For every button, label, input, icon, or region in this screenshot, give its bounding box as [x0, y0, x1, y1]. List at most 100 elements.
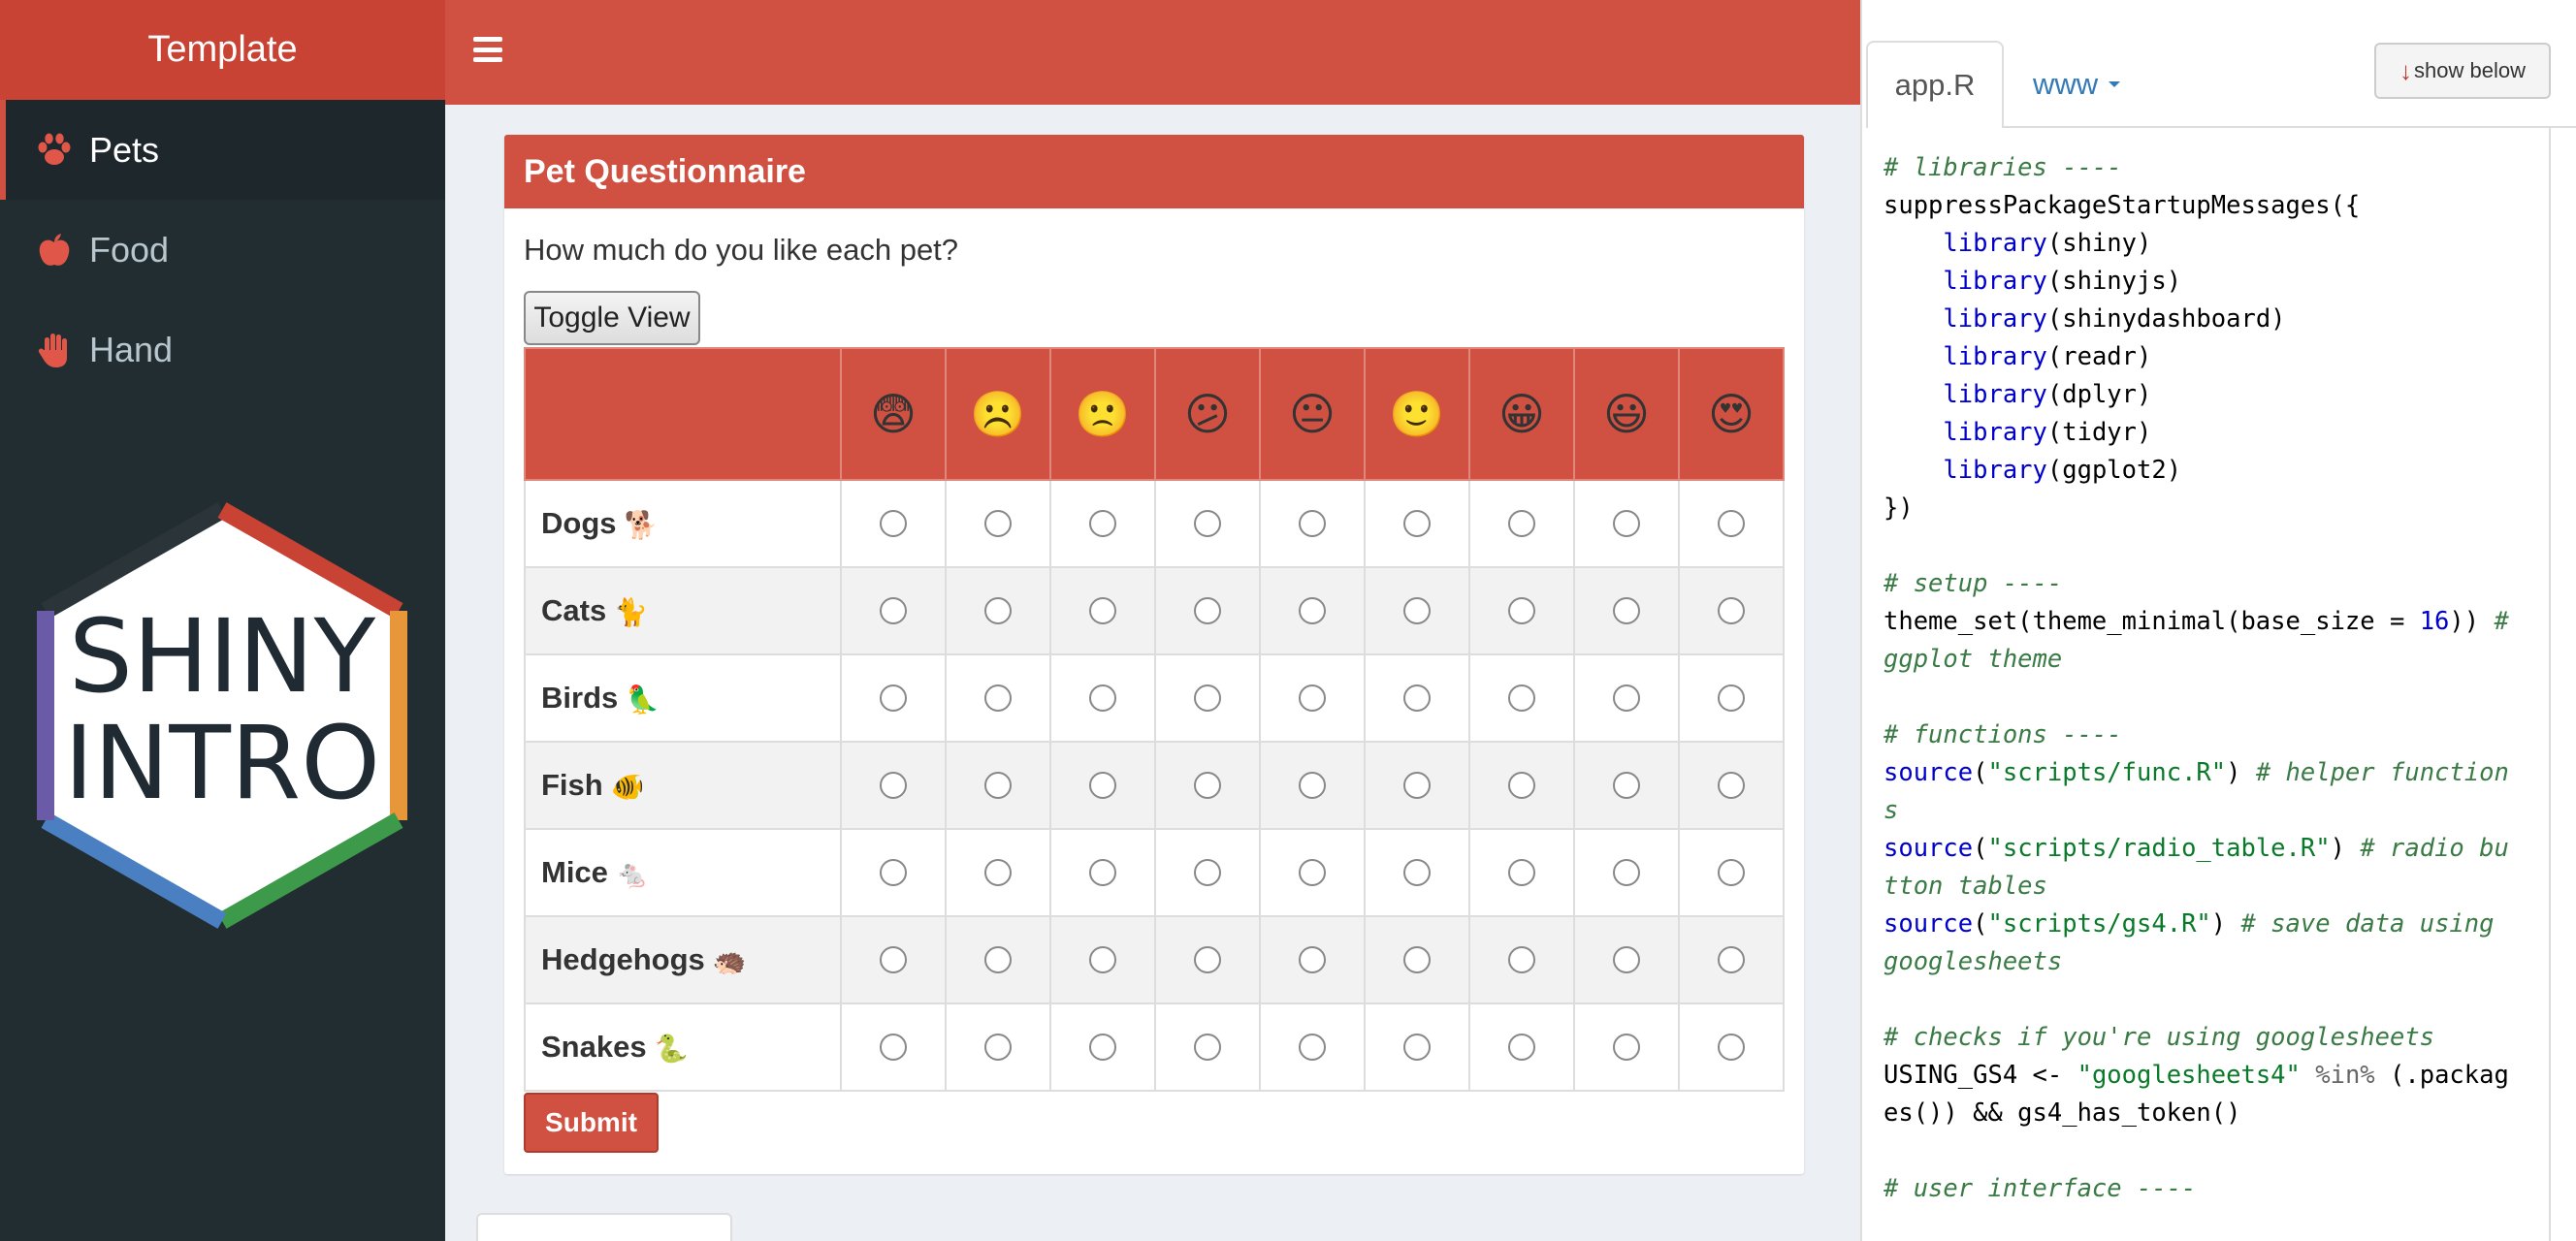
radio-cell [1678, 828, 1785, 917]
radio-button[interactable] [1403, 510, 1431, 537]
code-line: theme_set(theme_minimal(base_size = 16))… [1884, 603, 2543, 641]
radio-button[interactable] [1508, 597, 1535, 624]
radio-button[interactable] [1089, 946, 1116, 973]
radio-button[interactable] [1299, 1034, 1326, 1061]
radio-button[interactable] [1613, 859, 1640, 886]
sidebar-toggle-icon[interactable] [473, 33, 502, 66]
radio-button[interactable] [1194, 772, 1221, 799]
radio-button[interactable] [1508, 946, 1535, 973]
radio-button[interactable] [880, 684, 907, 712]
code-token: (dplyr) [2046, 380, 2152, 409]
radio-button[interactable] [1508, 772, 1535, 799]
radio-button[interactable] [1718, 510, 1745, 537]
radio-button[interactable] [984, 597, 1012, 624]
radio-button[interactable] [1403, 684, 1431, 712]
code-pane[interactable]: # libraries ---- suppressPackageStartupMe… [1862, 128, 2551, 1241]
radio-button[interactable] [1194, 684, 1221, 712]
radio-button[interactable] [1299, 597, 1326, 624]
sidebar-item-pets[interactable]: Pets [0, 100, 445, 200]
radio-button[interactable] [880, 772, 907, 799]
radio-button[interactable] [984, 946, 1012, 973]
radio-button[interactable] [984, 772, 1012, 799]
code-line: }) [1884, 490, 2543, 527]
submit-button[interactable]: Submit [524, 1093, 659, 1153]
radio-cell [1259, 828, 1366, 917]
radio-button[interactable] [880, 946, 907, 973]
sidebar-item-label: Hand [89, 329, 174, 369]
radio-button[interactable] [1089, 510, 1116, 537]
tab-app-r[interactable]: app.R [1866, 41, 2004, 128]
toggle-view-button[interactable]: Toggle View [524, 291, 700, 345]
radio-button[interactable] [1089, 1034, 1116, 1061]
code-token: (shinydashboard) [2046, 304, 2286, 334]
radio-cell [840, 653, 947, 743]
radio-cell [1364, 566, 1470, 655]
radio-button[interactable] [1403, 1034, 1431, 1061]
radio-button[interactable] [1299, 684, 1326, 712]
scale-header-cell: 😀 [1468, 347, 1575, 481]
code-token: "scripts/radio_table.R" [1987, 834, 2331, 863]
pet-emoji-icon: 🦜 [626, 684, 660, 716]
radio-button[interactable] [1403, 859, 1431, 886]
radio-button[interactable] [1613, 597, 1640, 624]
radio-button[interactable] [984, 510, 1012, 537]
radio-button[interactable] [1299, 510, 1326, 537]
radio-button[interactable] [880, 859, 907, 886]
radio-button[interactable] [1194, 859, 1221, 886]
code-text[interactable]: # libraries ---- suppressPackageStartupMe… [1884, 149, 2543, 1208]
radio-button[interactable] [1194, 1034, 1221, 1061]
radio-button[interactable] [1613, 1034, 1640, 1061]
app-title[interactable]: Template [0, 0, 445, 100]
code-token: ) [2226, 758, 2256, 787]
tab-www[interactable]: www [2033, 41, 2123, 128]
code-line: suppressPackageStartupMessages({ [1884, 187, 2543, 225]
radio-button[interactable] [1718, 946, 1745, 973]
paw-icon [33, 129, 76, 172]
radio-button[interactable] [1299, 946, 1326, 973]
radio-button[interactable] [1194, 597, 1221, 624]
radio-button[interactable] [1718, 859, 1745, 886]
radio-button[interactable] [1299, 772, 1326, 799]
code-token: # user interface ---- [1884, 1174, 2197, 1203]
code-line: source("scripts/gs4.R") # save data usin… [1884, 906, 2543, 943]
radio-button[interactable] [1718, 597, 1745, 624]
radio-button[interactable] [1403, 772, 1431, 799]
radio-button[interactable] [1613, 684, 1640, 712]
radio-button[interactable] [1613, 946, 1640, 973]
radio-button[interactable] [1194, 946, 1221, 973]
radio-button[interactable] [880, 510, 907, 537]
radio-button[interactable] [1403, 946, 1431, 973]
radio-button[interactable] [880, 597, 907, 624]
sidebar-item-hand[interactable]: Hand [0, 300, 445, 399]
code-token: # [2494, 607, 2509, 636]
radio-button[interactable] [1299, 859, 1326, 886]
show-below-button[interactable]: ↓ show below [2374, 43, 2551, 99]
radio-button[interactable] [1508, 1034, 1535, 1061]
radio-button[interactable] [984, 1034, 1012, 1061]
radio-button[interactable] [1508, 510, 1535, 537]
radio-button[interactable] [1613, 772, 1640, 799]
radio-button[interactable] [1718, 1034, 1745, 1061]
code-token: ) [2330, 834, 2361, 863]
radio-button[interactable] [1089, 597, 1116, 624]
radio-button[interactable] [1089, 684, 1116, 712]
radio-button[interactable] [984, 859, 1012, 886]
radio-button[interactable] [1718, 684, 1745, 712]
radio-button[interactable] [984, 684, 1012, 712]
radio-button[interactable] [880, 1034, 907, 1061]
scale-emoji: 😍 [1708, 389, 1755, 439]
radio-button[interactable] [1089, 859, 1116, 886]
radio-button[interactable] [1089, 772, 1116, 799]
code-token: (ggplot2) [2046, 456, 2182, 485]
radio-button[interactable] [1508, 859, 1535, 886]
radio-button[interactable] [1403, 597, 1431, 624]
radio-cell [1678, 741, 1785, 830]
scale-emoji: 😐 [1289, 389, 1336, 439]
code-token: (tidyr) [2046, 418, 2152, 447]
sidebar-item-food[interactable]: Food [0, 200, 445, 300]
radio-button[interactable] [1613, 510, 1640, 537]
radio-button[interactable] [1718, 772, 1745, 799]
radio-button[interactable] [1508, 684, 1535, 712]
radio-button[interactable] [1194, 510, 1221, 537]
